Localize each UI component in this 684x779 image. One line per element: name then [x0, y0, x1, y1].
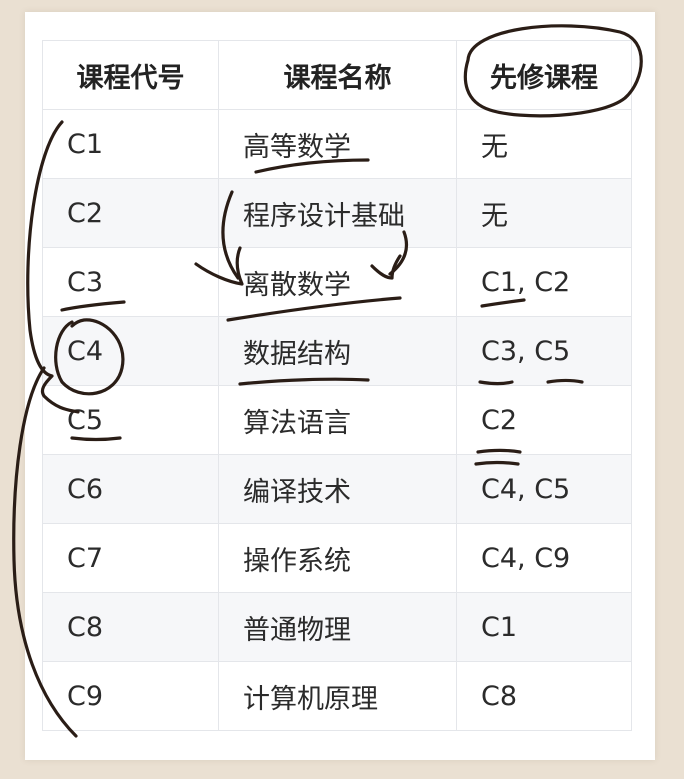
table-header: 课程代号 课程名称 先修课程: [42, 40, 632, 110]
table-row: C1 高等数学 无: [42, 109, 632, 179]
prerequisite-cell: C1: [456, 592, 632, 662]
header-course-code: 课程代号: [42, 40, 219, 110]
course-table: 课程代号 课程名称 先修课程 C1 高等数学 无 C2 程序设计基础 无 C3 …: [42, 40, 632, 731]
course-code-cell: C1: [42, 109, 219, 179]
table-row: C2 程序设计基础 无: [42, 178, 632, 248]
course-name-cell: 操作系统: [218, 523, 457, 593]
table-row: C4 数据结构 C3, C5: [42, 316, 632, 386]
course-code-cell: C5: [42, 385, 219, 455]
course-code-cell: C2: [42, 178, 219, 248]
course-code-cell: C3: [42, 247, 219, 317]
course-code-cell: C9: [42, 661, 219, 731]
course-name-cell: 编译技术: [218, 454, 457, 524]
table-row: C8 普通物理 C1: [42, 592, 632, 662]
table-row: C6 编译技术 C4, C5: [42, 454, 632, 524]
course-code-cell: C6: [42, 454, 219, 524]
course-code-cell: C4: [42, 316, 219, 386]
document-sheet: 课程代号 课程名称 先修课程 C1 高等数学 无 C2 程序设计基础 无 C3 …: [25, 12, 655, 760]
course-name-cell: 数据结构: [218, 316, 457, 386]
table-row: C3 离散数学 C1, C2: [42, 247, 632, 317]
course-name-cell: 程序设计基础: [218, 178, 457, 248]
table-row: C9 计算机原理 C8: [42, 661, 632, 731]
course-code-cell: C7: [42, 523, 219, 593]
course-name-cell: 离散数学: [218, 247, 457, 317]
table-row: C7 操作系统 C4, C9: [42, 523, 632, 593]
prerequisite-cell: C4, C9: [456, 523, 632, 593]
table-body: C1 高等数学 无 C2 程序设计基础 无 C3 离散数学 C1, C2 C4 …: [42, 109, 632, 731]
header-prerequisites: 先修课程: [456, 40, 632, 110]
prerequisite-cell: 无: [456, 178, 632, 248]
course-name-cell: 计算机原理: [218, 661, 457, 731]
table-row: C5 算法语言 C2: [42, 385, 632, 455]
prerequisite-cell: 无: [456, 109, 632, 179]
prerequisite-cell: C3, C5: [456, 316, 632, 386]
course-code-cell: C8: [42, 592, 219, 662]
header-row: 课程代号 课程名称 先修课程: [42, 40, 632, 110]
course-name-cell: 普通物理: [218, 592, 457, 662]
header-course-name: 课程名称: [218, 40, 457, 110]
prerequisite-cell: C4, C5: [456, 454, 632, 524]
prerequisite-cell: C8: [456, 661, 632, 731]
course-name-cell: 高等数学: [218, 109, 457, 179]
prerequisite-cell: C2: [456, 385, 632, 455]
course-name-cell: 算法语言: [218, 385, 457, 455]
prerequisite-cell: C1, C2: [456, 247, 632, 317]
